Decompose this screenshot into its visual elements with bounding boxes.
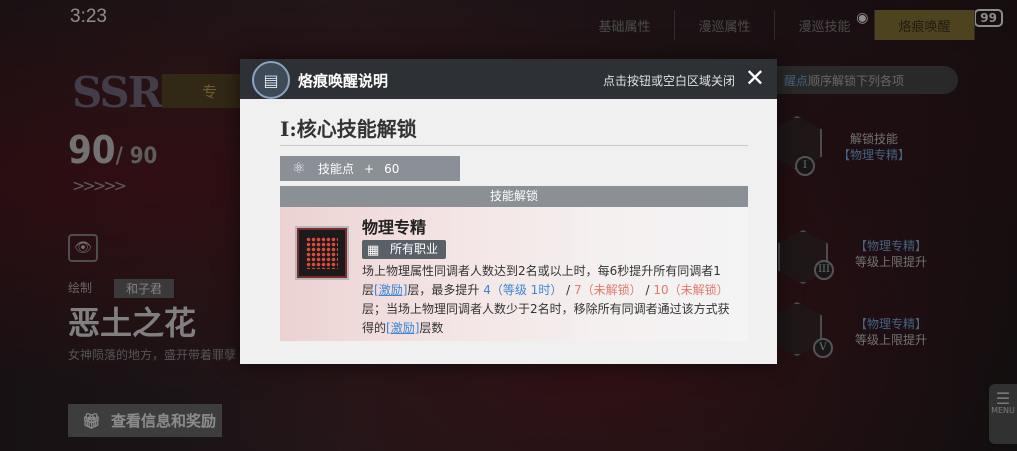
- skill-card: 物理专精 ▦ 所有职业 场上物理属性同调者人数达到2名或以上时，每6秒提升所有同…: [280, 207, 748, 341]
- skill-points-value: 60: [384, 161, 400, 176]
- level-3-value: 10（未解锁）: [653, 283, 729, 297]
- book-icon: ▤: [252, 61, 290, 99]
- desc-part-2: 层，最多提升: [407, 283, 480, 297]
- skill-description: 场上物理属性同调者人数达到2名或以上时，每6秒提升所有同调者1层[激励]层，最多…: [362, 262, 732, 338]
- section-title: I:核心技能解锁: [280, 117, 417, 141]
- separator: /: [566, 283, 571, 297]
- level-2-value: 7（未解锁）: [574, 283, 642, 297]
- grid-icon: ▦: [367, 243, 380, 258]
- close-icon[interactable]: ✕: [745, 64, 765, 92]
- skill-points-label: 技能点: [318, 162, 355, 176]
- divider: [280, 145, 748, 146]
- skill-name: 物理专精: [362, 218, 427, 237]
- awakening-info-dialog: ▤ 烙痕唤醒说明 点击按钮或空白区域关闭 ✕ I:核心技能解锁 ⚛ 技能点 + …: [240, 59, 777, 364]
- dialog-title: 烙痕唤醒说明: [298, 72, 389, 90]
- skill-points-plus: +: [364, 161, 375, 176]
- pixel-beast-icon: [306, 237, 338, 269]
- atom-icon: ⚛: [292, 159, 306, 177]
- separator: /: [645, 283, 650, 297]
- physical-mastery-skill-icon: [297, 228, 347, 278]
- level-1-value: 4（等级 1时）: [483, 283, 563, 297]
- skill-tag-label: 所有职业: [390, 242, 439, 256]
- dialog-header: ▤ 烙痕唤醒说明 点击按钮或空白区域关闭 ✕: [240, 59, 777, 99]
- skill-class-tag: ▦ 所有职业: [362, 240, 447, 259]
- motivation-link[interactable]: [激励]: [374, 283, 407, 297]
- desc-part-4: 层数: [419, 321, 444, 335]
- motivation-link[interactable]: [激励]: [386, 321, 419, 335]
- close-hint: 点击按钮或空白区域关闭: [602, 74, 735, 88]
- skill-points-reward: ⚛ 技能点 + 60: [280, 156, 460, 181]
- skill-unlock-header: 技能解锁: [280, 186, 748, 207]
